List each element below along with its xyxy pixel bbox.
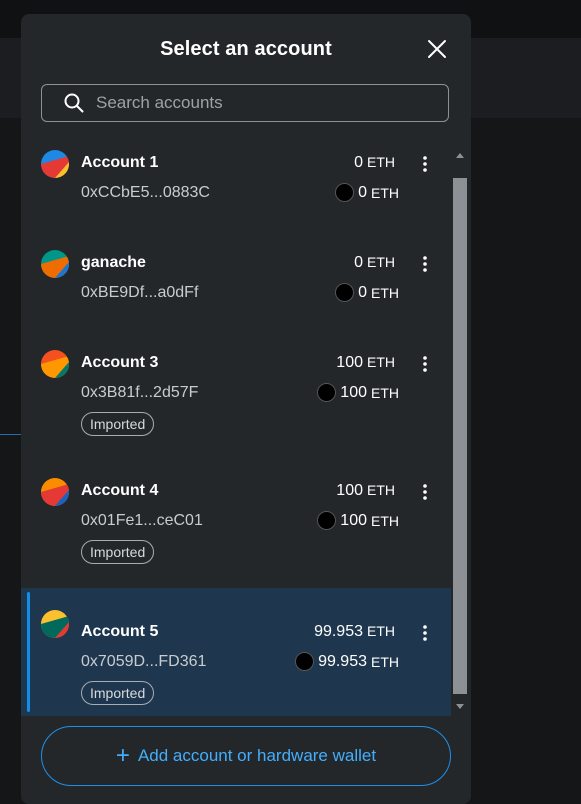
- balance-value: 100: [336, 482, 363, 499]
- more-options-icon[interactable]: [419, 624, 431, 642]
- modal-title: Select an account: [160, 38, 332, 60]
- modal-header: Select an account: [21, 14, 471, 84]
- account-row[interactable]: ganache 0xBE9Df...a0dFf 0 ETH 0 ETH: [21, 238, 451, 338]
- add-account-label: Add account or hardware wallet: [137, 746, 377, 765]
- account-avatar: [41, 478, 69, 506]
- token-balance-value: 100: [340, 511, 367, 529]
- balance-unit: ETH: [367, 154, 395, 170]
- account-row[interactable]: Account 5 0x7059D...FD361 Imported 99.953 E…: [21, 588, 451, 716]
- more-options-icon[interactable]: [419, 355, 431, 373]
- account-token-balance: 100 ETH: [317, 511, 399, 530]
- account-token-balance: 99.953 ETH: [295, 652, 399, 671]
- more-options-icon[interactable]: [419, 155, 431, 173]
- more-options-icon[interactable]: [419, 483, 431, 501]
- search-box[interactable]: [41, 84, 449, 122]
- imported-badge: Imported: [81, 540, 155, 564]
- close-button[interactable]: [427, 39, 447, 59]
- scrollbar-thumb[interactable]: [453, 178, 467, 694]
- account-row[interactable]: Account 3 0x3B81f...2d57F Imported 100 ETH …: [21, 338, 451, 466]
- account-balance: 0 ETH: [354, 154, 395, 172]
- eth-token-icon: [335, 183, 355, 202]
- plus-icon: +: [115, 742, 130, 769]
- account-token-balance: 0 ETH: [335, 183, 399, 202]
- account-row[interactable]: Account 4 0x01Fe1...ceC01 Imported 100 ETH …: [21, 466, 451, 595]
- eth-token-icon: [317, 383, 337, 402]
- account-balance: 0 ETH: [354, 254, 395, 272]
- balance-unit: ETH: [367, 482, 395, 498]
- token-balance-value: 100: [340, 383, 367, 401]
- account-avatar: [41, 250, 69, 278]
- account-name: Account 1: [81, 154, 159, 171]
- token-balance-unit: ETH: [371, 384, 399, 401]
- token-balance-value: 0: [358, 283, 367, 301]
- account-address: 0x3B81f...2d57F: [81, 384, 199, 401]
- token-balance-unit: ETH: [371, 512, 399, 529]
- account-token-balance: 0 ETH: [335, 283, 399, 302]
- account-avatar: [41, 610, 69, 638]
- imported-badge: Imported: [81, 412, 155, 436]
- account-balance: 100 ETH: [336, 354, 395, 372]
- scroll-up-arrow-icon[interactable]: [455, 152, 465, 160]
- close-icon: [428, 40, 446, 58]
- token-balance-unit: ETH: [371, 653, 399, 670]
- account-name: ganache: [81, 254, 146, 271]
- account-row[interactable]: Account 1 0xCCbE5...0883C 0 ETH 0 ETH: [21, 138, 451, 238]
- token-balance-unit: ETH: [371, 284, 399, 301]
- eth-token-icon: [335, 283, 355, 302]
- account-address: 0x7059D...FD361: [81, 653, 207, 670]
- account-selector-modal: Select an account Account 1 0xCCbE5...088…: [21, 14, 471, 804]
- account-name: Account 4: [81, 482, 159, 499]
- account-address: 0x01Fe1...ceC01: [81, 512, 203, 529]
- balance-value: 99.953: [314, 623, 363, 640]
- balance-value: 0: [354, 154, 363, 171]
- token-balance-value: 99.953: [318, 652, 367, 670]
- search-input[interactable]: [94, 92, 418, 114]
- token-balance-value: 0: [358, 183, 367, 201]
- token-balance-unit: ETH: [371, 184, 399, 201]
- more-options-icon[interactable]: [419, 255, 431, 273]
- balance-value: 0: [354, 254, 363, 271]
- account-list: Account 1 0xCCbE5...0883C 0 ETH 0 ETH ganac…: [21, 138, 471, 716]
- selected-indicator: [27, 592, 30, 712]
- account-name: Account 3: [81, 354, 159, 371]
- account-balance: 100 ETH: [336, 482, 395, 500]
- account-avatar: [41, 150, 69, 178]
- eth-token-icon: [317, 511, 337, 530]
- balance-unit: ETH: [367, 623, 395, 639]
- balance-unit: ETH: [367, 254, 395, 270]
- search-icon: [64, 93, 84, 113]
- add-account-button[interactable]: + Add account or hardware wallet: [41, 726, 451, 786]
- balance-value: 100: [336, 354, 363, 371]
- account-name: Account 5: [81, 623, 159, 640]
- background-divider: [0, 434, 22, 435]
- account-address: 0xBE9Df...a0dFf: [81, 284, 199, 301]
- account-address: 0xCCbE5...0883C: [81, 184, 210, 201]
- scroll-down-arrow-icon[interactable]: [455, 702, 465, 710]
- account-token-balance: 100 ETH: [317, 383, 399, 402]
- eth-token-icon: [295, 652, 315, 671]
- balance-unit: ETH: [367, 354, 395, 370]
- account-avatar: [41, 350, 69, 378]
- imported-badge: Imported: [81, 681, 155, 705]
- account-balance: 99.953 ETH: [314, 623, 395, 641]
